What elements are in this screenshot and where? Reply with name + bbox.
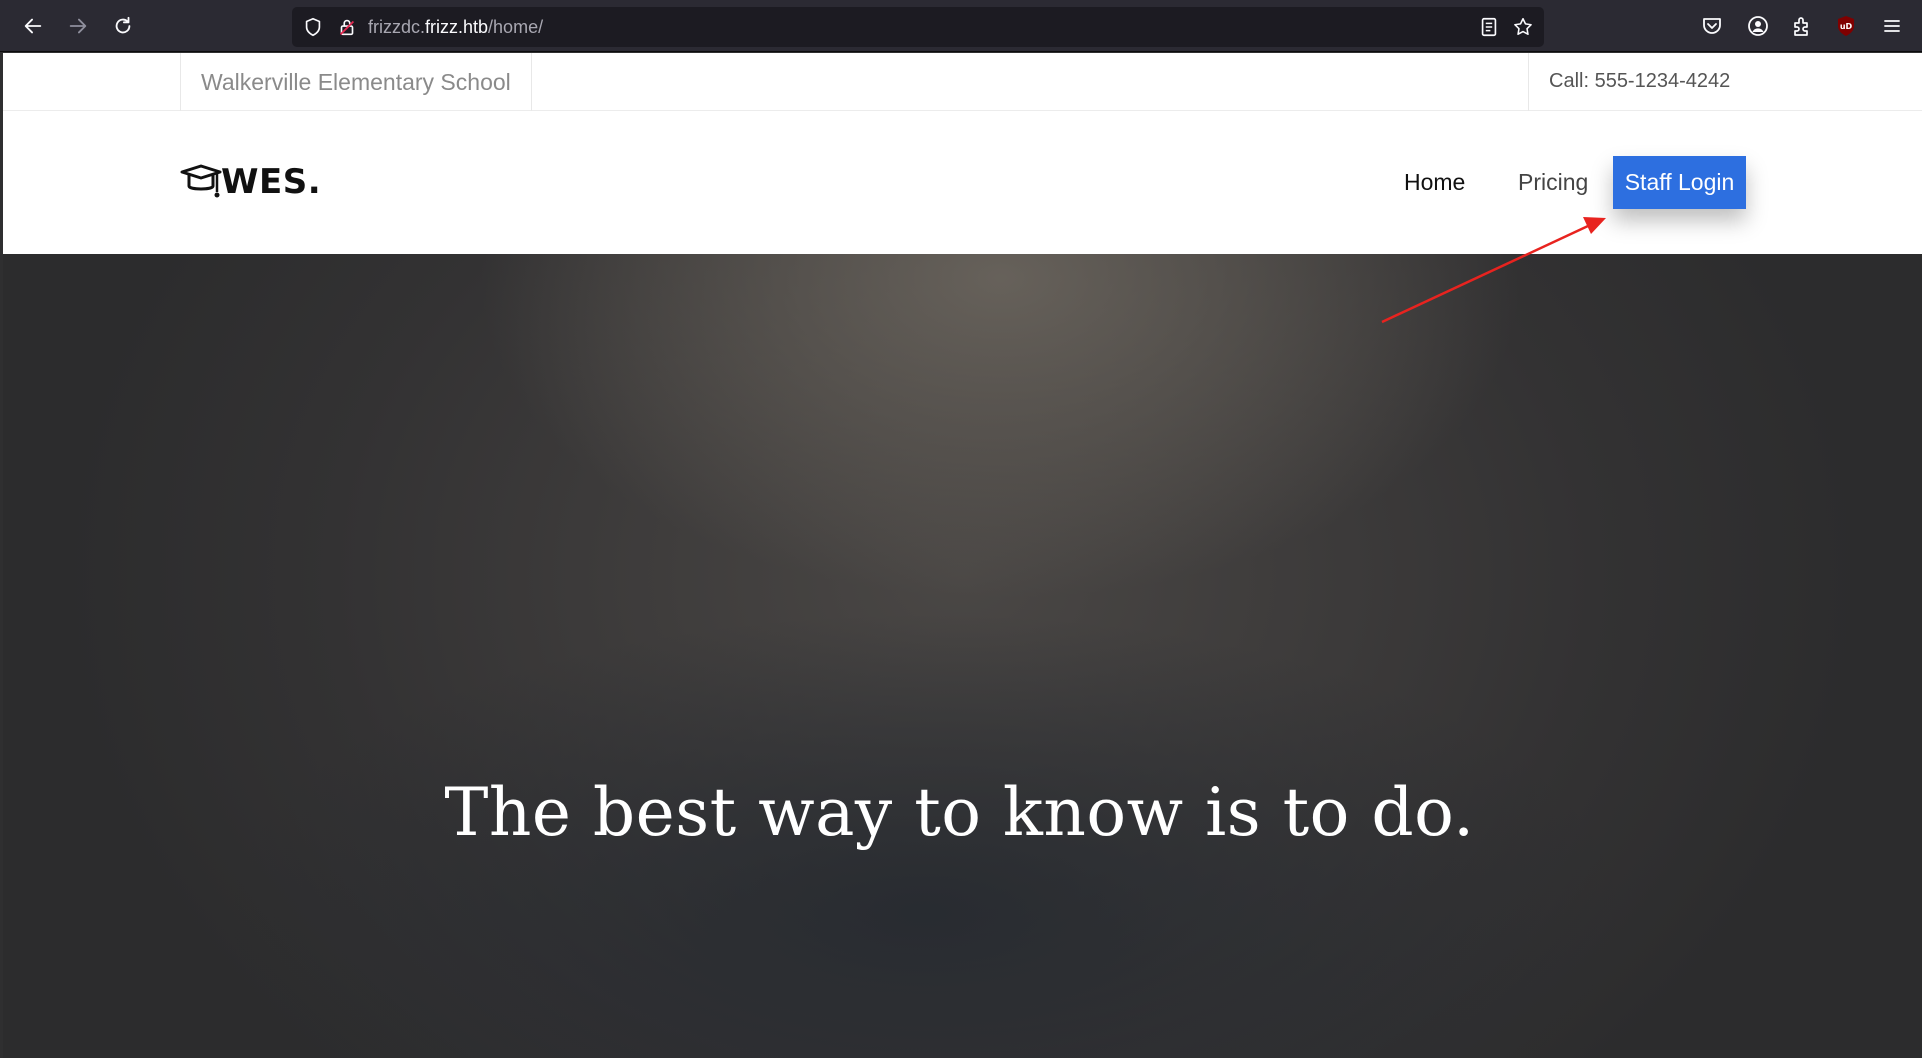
url-text[interactable]: frizzdc.frizz.htb/home/	[368, 7, 543, 47]
web-page: Walkerville Elementary School Call: 555-…	[3, 53, 1922, 1058]
bookmark-star-icon[interactable]	[1512, 16, 1534, 38]
reload-icon	[115, 16, 131, 34]
nav-pricing-link[interactable]: Pricing	[1518, 162, 1588, 202]
call-phone: Call: 555-1234-4242	[1528, 53, 1750, 111]
reader-view-icon[interactable]	[1478, 16, 1500, 38]
extensions-icon[interactable]	[1790, 14, 1814, 38]
back-button[interactable]	[16, 9, 50, 43]
forward-button[interactable]	[61, 9, 95, 43]
hero-section: The best way to know is to do.	[3, 254, 1922, 1058]
hero-title-text: The best way to know is to do.	[444, 774, 1475, 851]
back-arrow-icon	[24, 18, 42, 34]
url-bar[interactable]: frizzdc.frizz.htb/home/	[292, 7, 1544, 47]
browser-toolbar: frizzdc.frizz.htb/home/ uD	[0, 0, 1922, 52]
staff-login-button[interactable]: Staff Login	[1613, 156, 1746, 209]
url-subdomain: frizzdc.	[368, 17, 426, 37]
lock-icon[interactable]	[336, 16, 358, 38]
url-path: /home/	[488, 17, 544, 37]
graduation-cap-icon	[180, 164, 222, 198]
school-name: Walkerville Elementary School	[180, 53, 532, 111]
site-logo[interactable]: WES.	[179, 160, 321, 204]
shield-icon[interactable]	[302, 16, 324, 38]
top-info-bar: Walkerville Elementary School Call: 555-…	[3, 53, 1922, 111]
url-domain: frizz.htb	[425, 17, 489, 37]
svg-text:uD: uD	[1840, 22, 1853, 31]
forward-arrow-icon	[69, 18, 87, 34]
nav-home-link[interactable]: Home	[1404, 162, 1465, 202]
menu-icon[interactable]	[1880, 14, 1904, 38]
pocket-icon[interactable]	[1700, 14, 1724, 38]
site-header: WES. Home Pricing Staff Login	[3, 112, 1922, 254]
ublock-icon[interactable]: uD	[1834, 14, 1858, 38]
logo-text: WES.	[221, 162, 322, 202]
hero-title: The best way to know is to do.	[3, 774, 1922, 851]
reload-button[interactable]	[106, 9, 140, 43]
account-icon[interactable]	[1746, 14, 1770, 38]
